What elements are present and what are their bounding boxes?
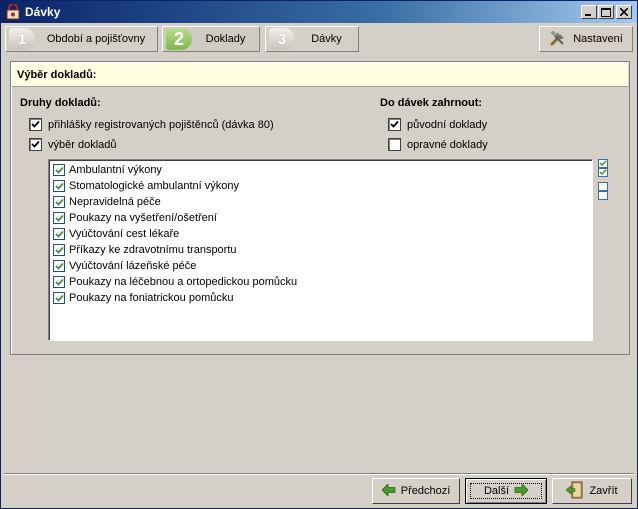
list-item[interactable]: Vyúčtování cest lékaře xyxy=(49,226,592,242)
list-item-label: Vyúčtování cest lékaře xyxy=(69,228,180,240)
arrow-left-icon xyxy=(381,482,396,499)
previous-button[interactable]: Předchozí xyxy=(372,478,460,504)
list-checkbox[interactable] xyxy=(53,244,65,256)
list-item-label: Poukazy na vyšetření/ošetření xyxy=(69,212,217,224)
checkbox-corrective-docs[interactable]: opravné doklady xyxy=(388,138,488,151)
list-checkbox[interactable] xyxy=(53,212,65,224)
previous-label: Předchozí xyxy=(400,485,451,497)
list-checkbox[interactable] xyxy=(53,196,65,208)
maximize-button[interactable] xyxy=(598,5,614,19)
list-item[interactable]: Ambulantní výkony xyxy=(49,162,592,178)
list-checkbox[interactable] xyxy=(53,228,65,240)
list-item-label: Poukazy na léčebnou a ortopedickou pomůc… xyxy=(69,276,298,288)
step-doklady[interactable]: 2 Doklady xyxy=(162,26,260,52)
document-selection-panel: Výběr dokladů: Druhy dokladů: přihlášky … xyxy=(10,61,630,355)
checkbox-label: původní doklady xyxy=(407,118,488,131)
checkbox-label: opravné doklady xyxy=(407,138,488,151)
document-type-list[interactable]: Ambulantní výkony Stomatologické ambulan… xyxy=(48,159,593,341)
list-item-label: Poukazy na foniatrickou pomůcku xyxy=(69,292,234,304)
list-item-label: Nepravidelná péče xyxy=(69,196,161,208)
list-checkbox[interactable] xyxy=(53,164,65,176)
step-number: 2 xyxy=(166,28,192,50)
checkbox-box[interactable] xyxy=(29,118,42,131)
list-side-tools xyxy=(598,159,610,203)
checkbox-box[interactable] xyxy=(388,138,401,151)
settings-label: Nastavení xyxy=(573,33,623,45)
step-number: 3 xyxy=(269,28,295,50)
list-checkbox[interactable] xyxy=(53,292,65,304)
checkbox-label: výběr dokladů xyxy=(48,138,117,151)
doc-types-title: Druhy dokladů: xyxy=(20,97,101,109)
check-all-icon[interactable] xyxy=(598,159,610,180)
list-checkbox[interactable] xyxy=(53,276,65,288)
list-checkbox[interactable] xyxy=(53,180,65,192)
exit-door-icon xyxy=(565,481,584,502)
tools-icon xyxy=(549,30,567,49)
step-label: Dávky xyxy=(311,33,342,45)
uncheck-all-icon[interactable] xyxy=(598,182,610,203)
close-label: Zavřít xyxy=(589,485,618,497)
list-item[interactable]: Nepravidelná péče xyxy=(49,194,592,210)
list-item-label: Vyúčtování lázeňské péče xyxy=(69,260,197,272)
include-title: Do dávek zahrnout: xyxy=(380,97,483,109)
list-item[interactable]: Příkazy ke zdravotnímu transportu xyxy=(49,242,592,258)
list-item-label: Stomatologické ambulantní výkony xyxy=(69,180,239,192)
list-item-label: Ambulantní výkony xyxy=(69,164,162,176)
minimize-button[interactable] xyxy=(581,5,597,19)
settings-button[interactable]: Nastavení xyxy=(539,26,633,52)
checkbox-box[interactable] xyxy=(388,118,401,131)
list-item[interactable]: Stomatologické ambulantní výkony xyxy=(49,178,592,194)
step-label: Období a pojišťovny xyxy=(46,33,146,45)
davky-window: Dávky 1 Období a pojišťovny 2 Doklady 3 … xyxy=(0,0,638,509)
checkbox-document-selection[interactable]: výběr dokladů xyxy=(29,138,117,151)
title-bar[interactable]: Dávky xyxy=(1,1,637,23)
step-number: 1 xyxy=(9,28,35,50)
list-item[interactable]: Poukazy na vyšetření/ošetření xyxy=(49,210,592,226)
next-button[interactable]: Další xyxy=(465,478,547,504)
panel-header: Výběr dokladů: xyxy=(12,63,628,87)
close-dialog-button[interactable]: Zavřít xyxy=(552,478,632,504)
window-title: Dávky xyxy=(25,5,61,19)
checkbox-box[interactable] xyxy=(29,138,42,151)
list-item[interactable]: Poukazy na foniatrickou pomůcku xyxy=(49,290,592,306)
close-button[interactable] xyxy=(616,5,632,19)
app-icon xyxy=(5,3,21,20)
checkbox-label: přihlášky registrovaných pojištěnců (dáv… xyxy=(48,118,274,131)
step-davky[interactable]: 3 Dávky xyxy=(265,26,359,52)
checkbox-registrations[interactable]: přihlášky registrovaných pojištěnců (dáv… xyxy=(29,118,274,131)
wizard-step-bar: 1 Období a pojišťovny 2 Doklady 3 Dávky … xyxy=(5,26,633,54)
step-obdobi[interactable]: 1 Období a pojišťovny xyxy=(5,26,158,52)
checkbox-original-docs[interactable]: původní doklady xyxy=(388,118,487,131)
step-label: Doklady xyxy=(205,33,246,45)
focus-rect xyxy=(470,483,542,499)
list-checkbox[interactable] xyxy=(53,260,65,272)
list-item[interactable]: Poukazy na léčebnou a ortopedickou pomůc… xyxy=(49,274,592,290)
footer-separator xyxy=(4,473,634,475)
list-item-label: Příkazy ke zdravotnímu transportu xyxy=(69,244,237,256)
list-item[interactable]: Vyúčtování lázeňské péče xyxy=(49,258,592,274)
